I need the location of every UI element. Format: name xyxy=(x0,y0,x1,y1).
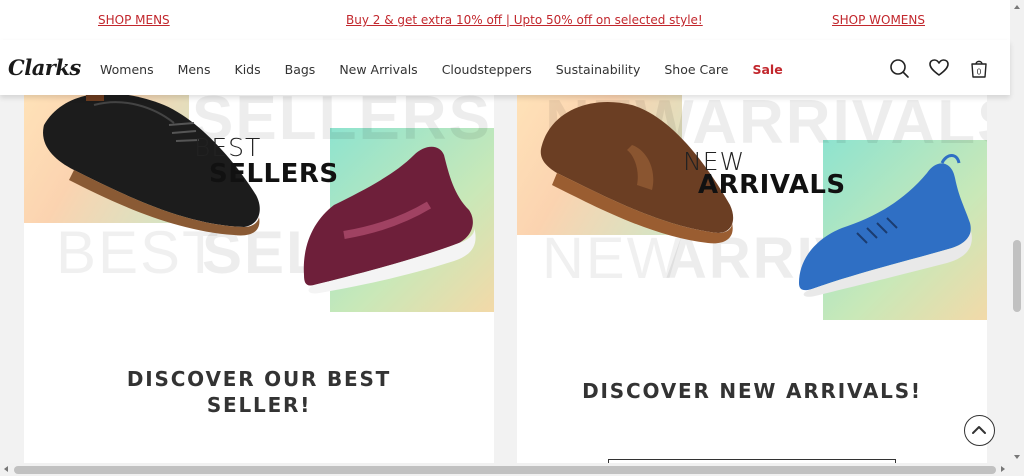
best-sellers-card[interactable]: SELLERS BEST SELL BEST SELLERS DISCOVER … xyxy=(24,95,494,476)
back-to-top-button[interactable] xyxy=(964,415,995,446)
banner-small-text: BEST xyxy=(194,133,262,162)
scroll-left-arrow-icon[interactable] xyxy=(4,466,8,472)
horizontal-scrollbar[interactable] xyxy=(0,463,1010,476)
nav-mens[interactable]: Mens xyxy=(178,62,211,77)
promo-bar: SHOP MENS Buy 2 & get extra 10% off | Up… xyxy=(0,0,1010,40)
vertical-scrollbar[interactable] xyxy=(1010,0,1024,476)
shop-mens-link[interactable]: SHOP MENS xyxy=(98,13,170,27)
card-title: DISCOVER OUR BEST xyxy=(126,367,392,391)
scroll-up-arrow-icon[interactable] xyxy=(1014,5,1020,9)
bag-count: 0 xyxy=(977,68,982,77)
blue-sneaker-image xyxy=(799,154,972,297)
scroll-right-arrow-icon[interactable] xyxy=(1001,466,1005,472)
shop-womens-link[interactable]: SHOP WOMENS xyxy=(832,13,925,27)
chevron-up-icon xyxy=(972,426,986,434)
card-title: DISCOVER NEW ARRIVALS! xyxy=(582,379,922,403)
nav-kids[interactable]: Kids xyxy=(235,62,261,77)
heart-icon[interactable] xyxy=(928,57,950,79)
nav-sale[interactable]: Sale xyxy=(752,62,782,77)
nav-new-arrivals[interactable]: New Arrivals xyxy=(339,62,417,77)
page: SHOP MENS Buy 2 & get extra 10% off | Up… xyxy=(0,0,1024,476)
nav-sustainability[interactable]: Sustainability xyxy=(556,62,641,77)
nav-womens[interactable]: Womens xyxy=(100,62,154,77)
new-arrivals-card[interactable]: NEWARRIVALS NEW ARRIV NEW ARRIVALS DISCO… xyxy=(517,95,987,476)
nav-shoe-care[interactable]: Shoe Care xyxy=(664,62,728,77)
best-sellers-banner[interactable]: SELLERS BEST SELL BEST SELLERS xyxy=(24,95,494,320)
new-arrivals-banner[interactable]: NEWARRIVALS NEW ARRIV NEW ARRIVALS xyxy=(517,95,987,320)
scroll-down-arrow-icon[interactable] xyxy=(1014,455,1020,459)
horizontal-scroll-thumb[interactable] xyxy=(14,466,996,474)
banner-big-text: SELLERS xyxy=(209,159,339,189)
clarks-logo[interactable]: Clarks xyxy=(8,55,81,80)
shopping-bag-icon[interactable]: 0 xyxy=(968,57,990,79)
main-nav: Womens Mens Kids Bags New Arrivals Cloud… xyxy=(100,62,807,77)
search-icon[interactable] xyxy=(888,57,910,79)
nav-cloudsteppers[interactable]: Cloudsteppers xyxy=(442,62,532,77)
banner-big-text: ARRIVALS xyxy=(698,170,846,200)
card-title: SELLER! xyxy=(206,393,312,417)
nav-bags[interactable]: Bags xyxy=(285,62,316,77)
promo-offer-link[interactable]: Buy 2 & get extra 10% off | Upto 50% off… xyxy=(346,13,703,27)
vertical-scroll-thumb[interactable] xyxy=(1013,240,1021,312)
site-header: Clarks Womens Mens Kids Bags New Arrival… xyxy=(0,40,1010,95)
